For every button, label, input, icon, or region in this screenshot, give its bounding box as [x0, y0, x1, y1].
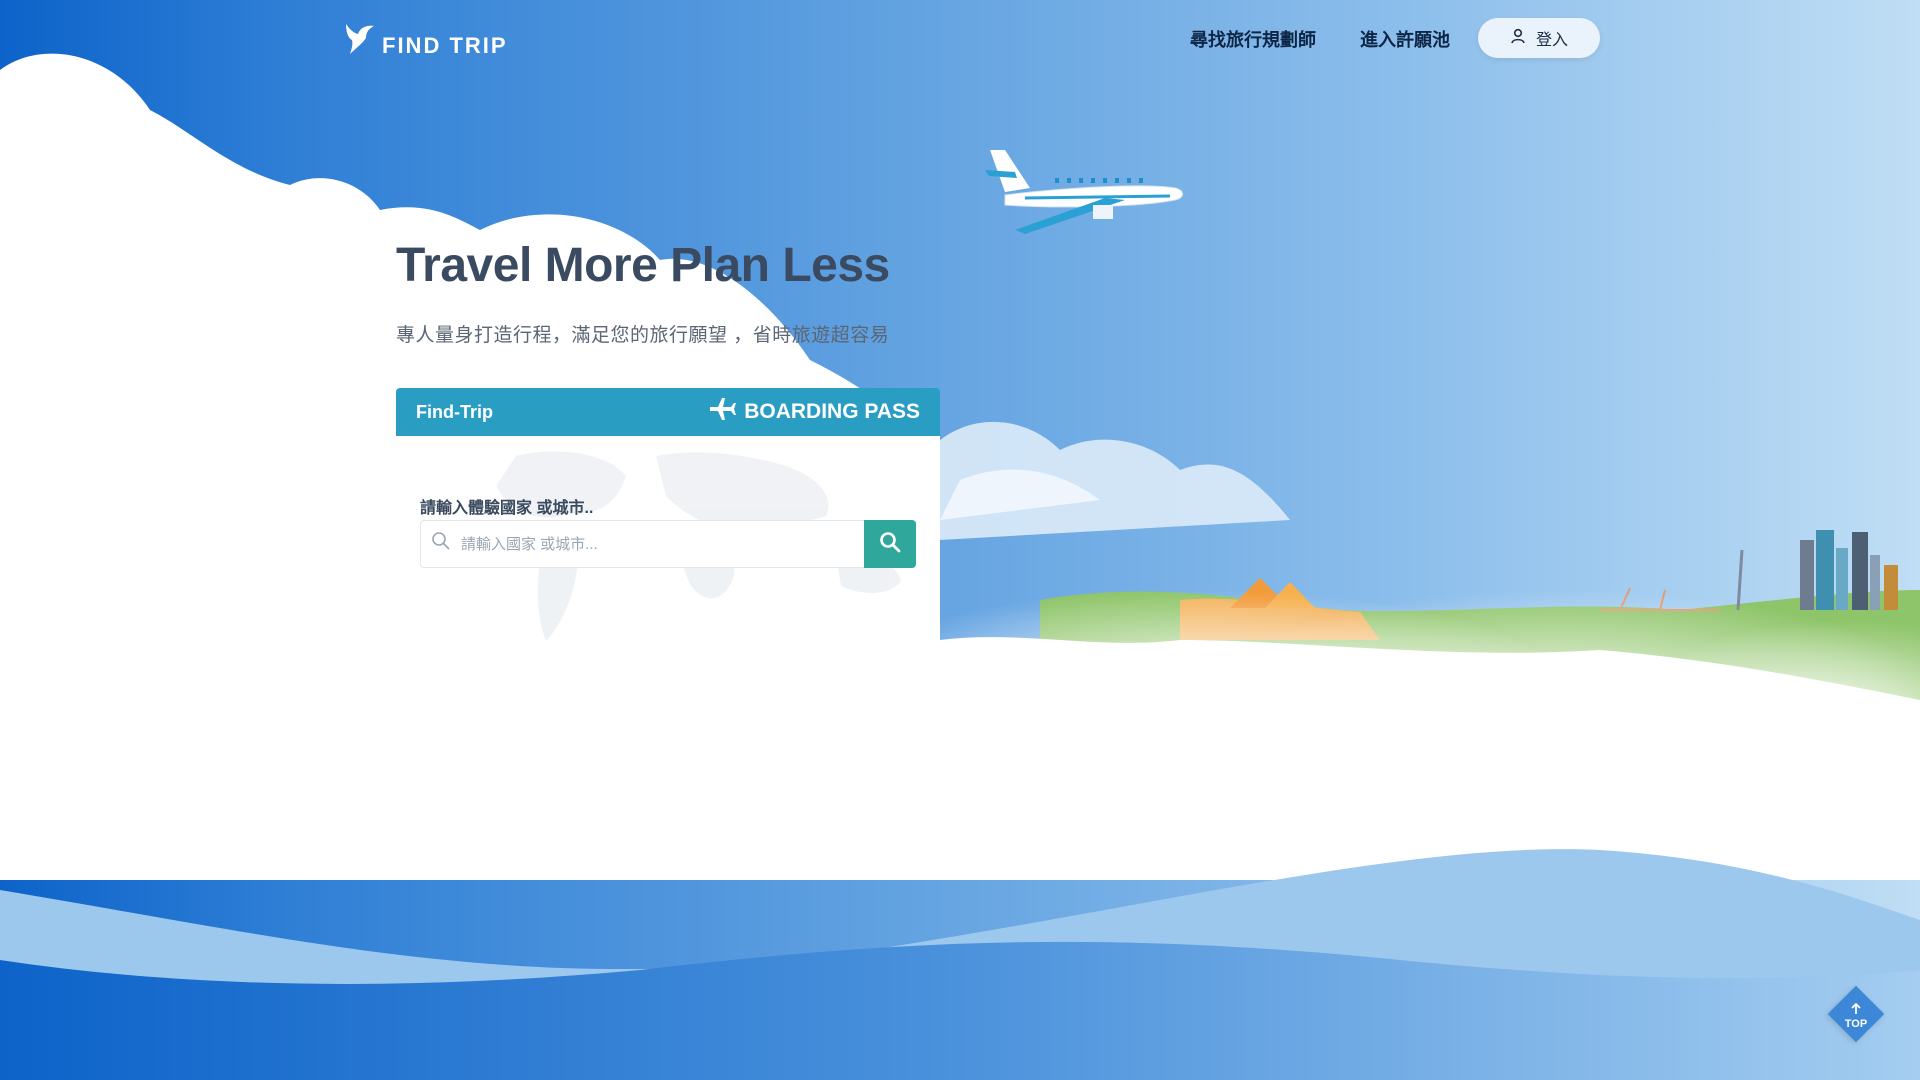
destination-label: 請輸入體驗國家 或城市.. — [420, 500, 594, 517]
site-header: FIND TRIP 尋找旅行規劃師 進入許願池 登入 — [0, 0, 1920, 76]
boarding-pass-label: BOARDING PASS — [708, 397, 920, 427]
pass-text: BOARDING PASS — [744, 400, 920, 423]
login-label: 登入 — [1535, 32, 1568, 49]
hero-background — [0, 0, 1920, 1080]
bird-icon — [340, 20, 378, 63]
nav-wish-pool[interactable]: 進入許願池 — [1360, 26, 1450, 52]
destination-search — [420, 520, 916, 568]
hero-title: Travel More Plan Less — [396, 239, 890, 292]
magnifier-icon — [431, 531, 451, 556]
search-icon — [879, 531, 901, 558]
site-logo[interactable]: FIND TRIP — [340, 20, 508, 63]
card-header: Find-Trip BOARDING PASS — [396, 388, 940, 436]
nav-find-planner[interactable]: 尋找旅行規劃師 — [1190, 26, 1316, 52]
destination-input[interactable] — [421, 521, 864, 567]
card-body: 請輸入體驗國家 或城市.. — [396, 436, 940, 648]
white-cloud-body — [0, 637, 1920, 880]
login-button[interactable]: 登入 — [1478, 18, 1600, 58]
card-brand: Find-Trip — [416, 401, 493, 422]
logo-text: FIND TRIP — [382, 32, 508, 58]
cloud-landscape-illustration — [0, 53, 1920, 1080]
search-button[interactable] — [864, 520, 916, 568]
airplane-icon — [708, 397, 737, 427]
user-icon — [1510, 28, 1526, 49]
hero-subtitle: 專人量身打造行程，滿足您的旅行願望 ，省時旅遊超容易 — [396, 325, 890, 346]
boarding-pass-card: Find-Trip BOARDING PASS 請輸入體驗國家 或城市.. — [396, 388, 940, 648]
airplane-illustration — [985, 150, 1183, 234]
